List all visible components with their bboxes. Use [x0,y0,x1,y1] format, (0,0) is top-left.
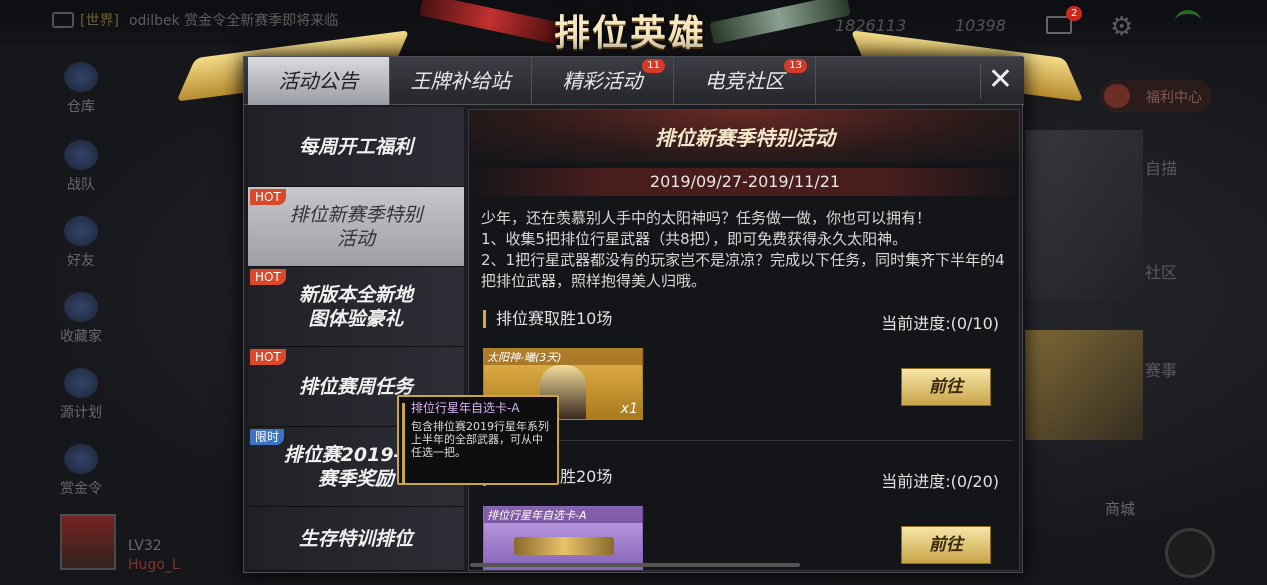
nav-label: 仓库 [67,99,95,115]
weapon-card-icon [514,537,614,555]
hot-badge: HOT [250,269,286,285]
desc-line: 少年，还在羡慕别人手中的太阳神吗？任务做一做，你也可以拥有！ [481,209,932,227]
limited-badge: 限时 [250,429,285,445]
promo-banner-2[interactable] [1025,330,1143,440]
tab-label: 电竞社区 [704,69,785,93]
nav-label: 赏金令 [60,481,102,497]
wifi-icon [1175,10,1201,32]
tab-label: 精彩活动 [562,69,643,93]
tab-events[interactable]: 精彩活动 11 [532,57,674,105]
activity-description: 少年，还在羡慕别人手中的太阳神吗？任务做一做，你也可以拥有！ 1、收集5把排位行… [481,208,1011,292]
tab-esports[interactable]: 电竞社区 13 [674,57,816,105]
rifle-icon [709,0,851,45]
tab-zimiao[interactable]: 自描 [1145,160,1177,178]
scrollbar[interactable] [470,563,800,567]
tab-events[interactable]: 赛事 [1145,362,1177,380]
activity-sidebar: 每周开工福利 HOT 排位新赛季特别活动 HOT 新版本全新地图体验豪礼 HOT 排位… [248,107,464,571]
source-plan-icon [64,368,98,398]
sidebar-item-survival[interactable]: 生存特训排位 [248,507,464,571]
avatar[interactable] [60,514,116,570]
chat-channel: [世界] [80,13,119,29]
chat-icon [52,12,74,28]
player-name: Hugo_L [128,557,180,573]
tooltip-description: 包含排位赛2019行星年系列上半年的全部武器，可从中任选一把。 [411,420,549,459]
gear-icon[interactable]: ⚙ [1110,12,1133,42]
sidebar-item-label: 排位赛周任务 [298,375,413,398]
tab-community[interactable]: 社区 [1145,264,1177,282]
tab-announcements[interactable]: 活动公告 [248,57,390,105]
gift-icon [1104,84,1130,108]
tab-badge: 11 [642,59,665,73]
hot-badge: HOT [250,189,286,205]
reward-quantity: x1 [620,401,638,417]
bounty-icon [64,444,98,474]
shop-button[interactable]: 商城 [1105,498,1135,519]
nav-source-plan[interactable]: 源计划 [50,368,112,422]
friends-icon [64,216,98,246]
nav-warehouse[interactable]: 仓库 [50,62,112,116]
content-title: 排位新赛季特别活动 [655,126,835,150]
game-screen: [世界] odilbek 赏金令全新赛季即将来临 1826113 10398 2 … [0,0,1267,585]
sidebar-item-label: 生存特训排位 [298,527,413,550]
task-progress: 当前进度:(0/20) [881,472,999,491]
nav-label: 源计划 [60,405,102,421]
modal-tabs: 活动公告 王牌补给站 精彩活动 11 电竞社区 13 ✕ [244,57,1024,105]
tooltip-accent [402,403,405,483]
nav-friends[interactable]: 好友 [50,216,112,270]
crest-title: 排位英雄 [553,13,706,54]
nav-bounty[interactable]: 赏金令 [50,444,112,498]
go-button[interactable]: 前往 [901,526,991,564]
sidebar-item-new-map[interactable]: HOT 新版本全新地图体验豪礼 [248,267,464,347]
sidebar-item-ranked-season[interactable]: HOT 排位新赛季特别活动 [248,187,464,267]
task-name: 排位赛取胜10场 [483,310,612,328]
activity-modal: 活动公告 王牌补给站 精彩活动 11 电竞社区 13 ✕ 每周开工福利 HOT 排位新… [243,56,1024,573]
go-button[interactable]: 前往 [901,368,991,406]
tab-label: 王牌补给站 [410,69,511,93]
welfare-center-button[interactable]: 福利中心 [1100,80,1212,112]
sidebar-item-weekly[interactable]: 每周开工福利 [248,107,464,187]
activity-content: 排位新赛季特别活动 2019/09/27-2019/11/21 少年，还在羡慕别… [468,109,1020,571]
tab-label: 活动公告 [278,69,359,93]
welfare-label: 福利中心 [1146,90,1202,106]
nav-label: 收藏家 [60,329,102,345]
tooltip-title: 排位行星年自选卡-A [411,401,520,415]
promo-banner[interactable] [1025,130,1143,300]
sidebar-item-label: 每周开工福利 [298,135,413,158]
nav-collector[interactable]: 收藏家 [50,292,112,346]
sidebar-item-label: 排位新赛季特别活动 [289,203,423,250]
tab-supply-station[interactable]: 王牌补给站 [390,57,532,105]
nav-label: 好友 [67,253,95,269]
team-icon [64,140,98,170]
reward-item[interactable]: 排位行星年自选卡-A [483,506,644,570]
reward-label: 太阳神-曦(3天) [484,349,644,365]
tab-badge: 13 [784,59,807,73]
desc-line: 1、收集5把排位行星武器（共8把），即可免费获得永久太阳神。 [481,230,908,248]
warehouse-icon [64,62,98,92]
collector-icon [64,292,98,322]
player-level: LV32 [128,538,162,554]
nav-label: 战队 [67,177,95,193]
joystick-icon[interactable] [1165,528,1215,578]
hot-badge: HOT [250,349,286,365]
close-button[interactable]: ✕ [980,63,1020,99]
activity-date: 2019/09/27-2019/11/21 [649,172,841,191]
desc-line: 2、1把行星武器都没有的玩家岂不是凉凉？完成以下任务，同时集齐下半年的4把排位武… [481,251,1005,290]
nav-team[interactable]: 战队 [50,140,112,194]
reward-tooltip: 排位行星年自选卡-A 包含排位赛2019行星年系列上半年的全部武器，可从中任选一… [397,395,559,485]
reward-label: 排位行星年自选卡-A [484,507,644,523]
task-progress: 当前进度:(0/10) [881,314,999,333]
sidebar-item-label: 新版本全新地图体验豪礼 [298,283,413,330]
